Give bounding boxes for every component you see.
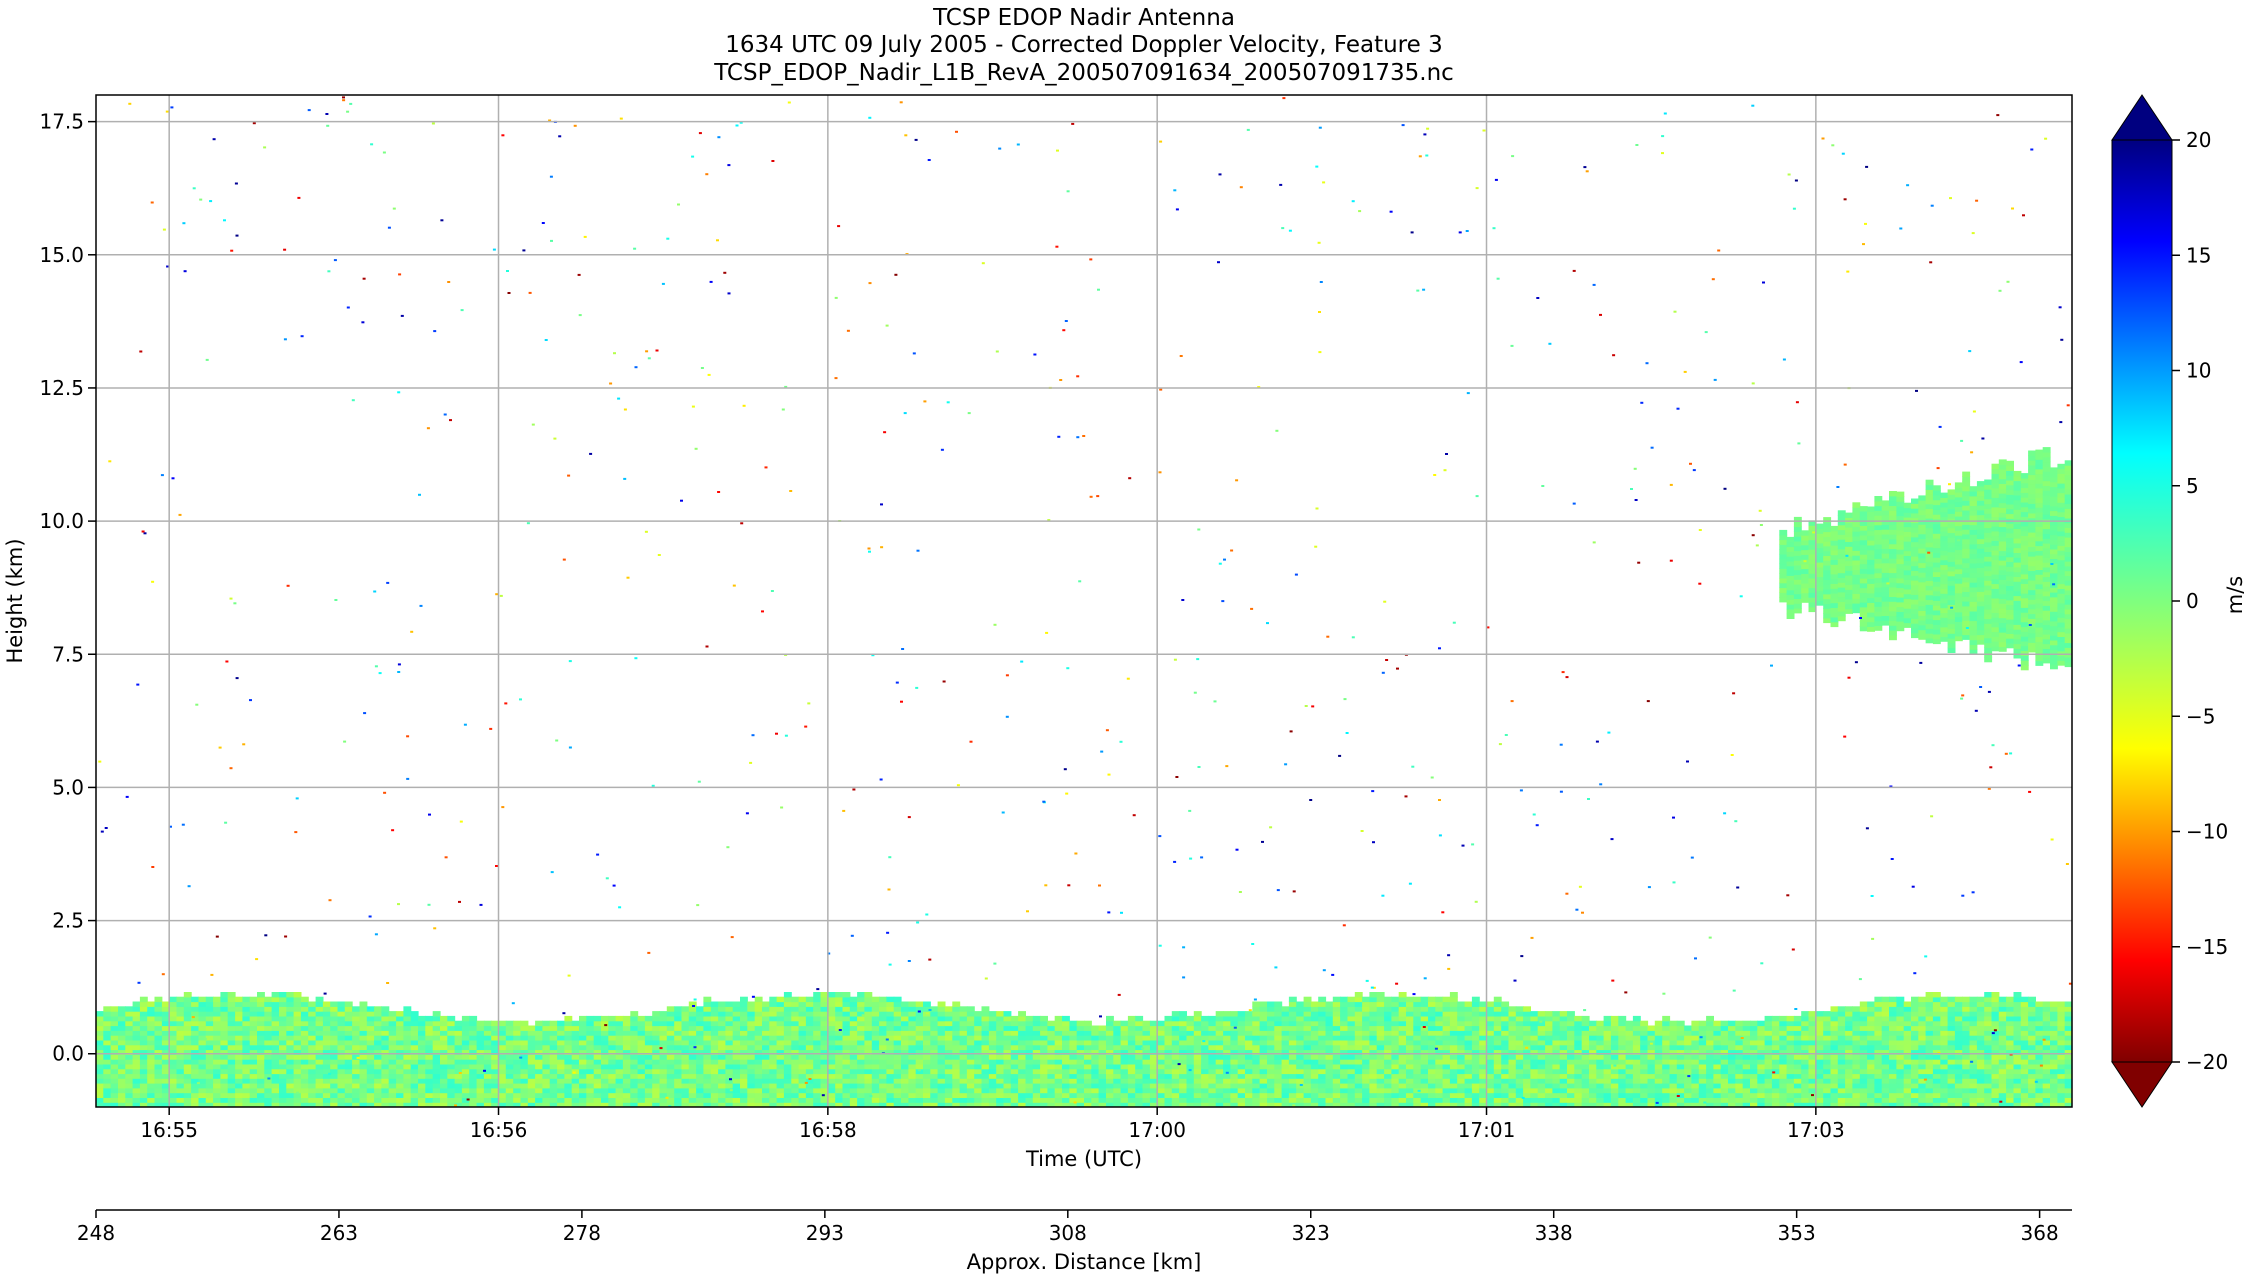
x-tick-label: 17:03 <box>1787 1118 1845 1142</box>
colorbar-tick-label: 15 <box>2186 243 2211 267</box>
y-tick-label: 12.5 <box>39 376 84 400</box>
colorbar-tick-label: −15 <box>2186 935 2228 959</box>
colorbar: 20 15 10 5 0 −5 −10 −15 −20 m/s <box>2111 94 2247 1108</box>
distance-tick-label: 323 <box>1292 1221 1330 1245</box>
colorbar-ticks: 20 15 10 5 0 −5 −10 −15 −20 <box>2172 128 2228 1074</box>
plot-background <box>96 95 2072 1107</box>
colorbar-tick-label: −10 <box>2186 820 2228 844</box>
colorbar-tick-label: −20 <box>2186 1050 2228 1074</box>
y-tick-label: 2.5 <box>52 909 84 933</box>
y-tick-label: 17.5 <box>39 110 84 134</box>
distance-tick-label: 278 <box>563 1221 601 1245</box>
y-tick-label: 5.0 <box>52 775 84 799</box>
colorbar-tick-label: −5 <box>2186 704 2215 728</box>
colorbar-extend-bottom <box>2111 1061 2173 1108</box>
y-axis-label: Height (km) <box>3 538 27 663</box>
colorbar-extend-top <box>2111 94 2173 141</box>
y-tick-label: 15.0 <box>39 243 84 267</box>
distance-tick-label: 338 <box>1535 1221 1573 1245</box>
distance-tick-label: 293 <box>806 1221 844 1245</box>
colorbar-body <box>2111 139 2173 1063</box>
y-tick-label: 10.0 <box>39 509 84 533</box>
chart-title-line-2: 1634 UTC 09 July 2005 - Corrected Dopple… <box>725 32 1442 58</box>
x-tick-label: 16:56 <box>470 1118 528 1142</box>
colorbar-tick-label: 0 <box>2186 589 2199 613</box>
y-tick-label: 7.5 <box>52 642 84 666</box>
x-tick-label: 17:00 <box>1128 1118 1186 1142</box>
chart-title-line-3: TCSP_EDOP_Nadir_L1B_RevA_200507091634_20… <box>713 60 1454 86</box>
x-tick-label: 16:55 <box>140 1118 198 1142</box>
velocity-chart: TCSP EDOP Nadir Antenna 1634 UTC 09 July… <box>3 5 2247 1274</box>
distance-tick-label: 263 <box>320 1221 358 1245</box>
time-axis: 16:55 16:56 16:58 17:00 17:01 17:03 <box>140 1107 1845 1142</box>
y-tick-label: 0.0 <box>52 1042 84 1066</box>
distance-tick-label: 248 <box>77 1221 115 1245</box>
x-axis-label: Time (UTC) <box>1025 1147 1142 1171</box>
distance-axis: 248 263 278 293 308 323 338 353 368 <box>77 1210 2059 1245</box>
x-tick-label: 17:01 <box>1458 1118 1516 1142</box>
distance-axis-label: Approx. Distance [km] <box>967 1250 1202 1274</box>
colorbar-tick-label: 20 <box>2186 128 2211 152</box>
plot-area <box>95 94 2073 1108</box>
distance-tick-label: 368 <box>2021 1221 2059 1245</box>
height-axis: 0.0 2.5 5.0 7.5 10.0 12.5 15.0 17.5 <box>39 110 96 1066</box>
colorbar-tick-label: 10 <box>2186 359 2211 383</box>
distance-tick-label: 353 <box>1778 1221 1816 1245</box>
colorbar-tick-label: 5 <box>2186 474 2199 498</box>
colorbar-label: m/s <box>2223 576 2247 614</box>
x-tick-label: 16:58 <box>799 1118 857 1142</box>
chart-title-line-1: TCSP EDOP Nadir Antenna <box>932 5 1235 31</box>
distance-tick-label: 308 <box>1049 1221 1087 1245</box>
